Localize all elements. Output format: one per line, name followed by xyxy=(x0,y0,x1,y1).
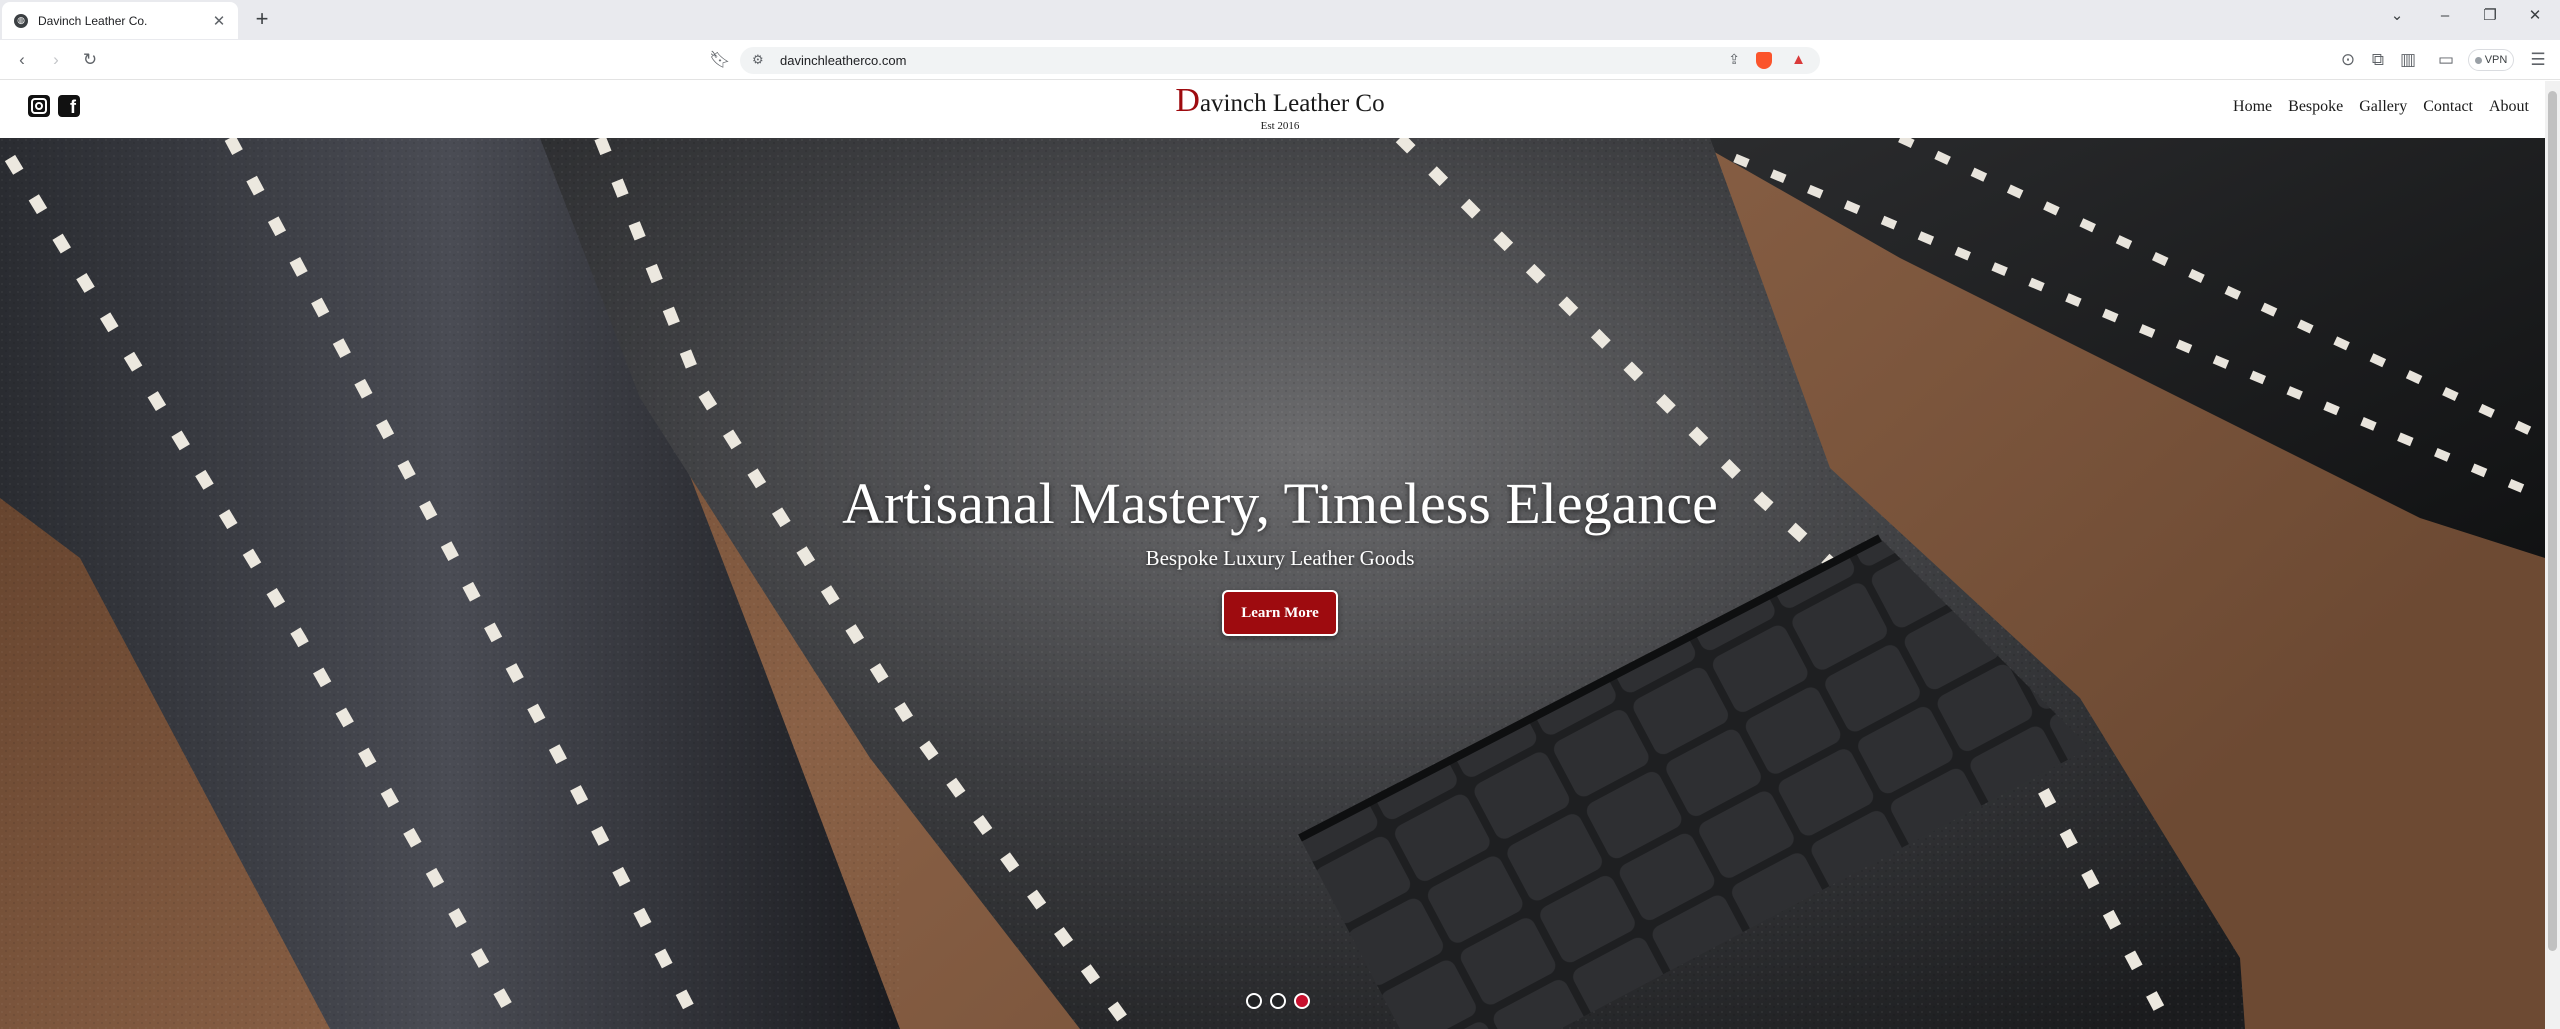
tab-search-icon[interactable]: ⌄ xyxy=(2385,4,2409,28)
reload-button[interactable]: ↻ xyxy=(78,48,102,72)
brand-established: Est 2016 xyxy=(1260,120,1300,132)
extensions-icon[interactable]: ⧉ xyxy=(2366,48,2390,72)
url-text[interactable]: davinchleatherco.com xyxy=(780,53,906,68)
bookmark-icon[interactable]: 🔖︎ xyxy=(708,48,732,72)
site-header: f Davinch Leather Co Est 2016 Home Bespo… xyxy=(0,81,2545,138)
main-nav: Home Bespoke Gallery Contact About xyxy=(2233,98,2545,116)
address-bar[interactable]: ⚙ davinchleatherco.com ⇪ ▲ xyxy=(740,47,1820,74)
brand-logo[interactable]: Davinch Leather Co Est 2016 xyxy=(1080,82,1480,133)
tab-title: Davinch Leather Co. xyxy=(38,13,148,28)
new-tab-button[interactable]: + xyxy=(250,6,274,32)
vpn-status-icon xyxy=(2474,56,2482,64)
carousel-dot-2[interactable] xyxy=(1270,993,1286,1009)
site-settings-icon[interactable]: ⚙ xyxy=(752,52,764,68)
carousel-dot-1[interactable] xyxy=(1246,993,1262,1009)
brand-name: avinch Leather Co xyxy=(1199,90,1385,117)
hero-subtitle: Bespoke Luxury Leather Goods xyxy=(1145,546,1415,570)
vpn-button[interactable]: VPN xyxy=(2468,49,2514,71)
globe-icon: ◍ xyxy=(14,13,28,28)
restore-button[interactable]: ❐ xyxy=(2478,4,2502,28)
scrollbar-thumb[interactable] xyxy=(2548,91,2557,951)
close-window-button[interactable]: ✕ xyxy=(2523,4,2547,28)
browser-toolbar: ‹ › ↻ 🔖︎ ⚙ davinchleatherco.com ⇪ ▲ ⊙ ⧉ … xyxy=(0,40,2560,80)
share-icon[interactable]: ⇪ xyxy=(1728,51,1740,68)
brave-shields-icon[interactable] xyxy=(1756,52,1772,69)
brand-initial: D xyxy=(1175,82,1200,119)
back-button[interactable]: ‹ xyxy=(10,48,34,72)
wallet-icon[interactable]: ▭ xyxy=(2434,48,2458,72)
facebook-icon[interactable]: f xyxy=(58,95,80,117)
nav-about[interactable]: About xyxy=(2489,98,2529,116)
browser-tab[interactable]: ◍ Davinch Leather Co. ✕ xyxy=(2,2,238,39)
carousel-dot-3[interactable] xyxy=(1294,993,1310,1009)
sidebar-icon[interactable]: ▥ xyxy=(2396,48,2420,72)
close-tab-icon[interactable]: ✕ xyxy=(210,12,228,30)
instagram-icon[interactable] xyxy=(28,95,50,117)
learn-more-button[interactable]: Learn More xyxy=(1222,590,1338,636)
browser-tab-bar: ◍ Davinch Leather Co. ✕ + ⌄ – ❐ ✕ xyxy=(0,0,2560,40)
carousel-indicators xyxy=(1246,993,1310,1009)
nav-bespoke[interactable]: Bespoke xyxy=(2288,98,2343,116)
hero-carousel: Artisanal Mastery, Timeless Elegance Bes… xyxy=(0,138,2545,1029)
vpn-label: VPN xyxy=(2484,54,2508,66)
hero-image xyxy=(0,138,2545,1029)
leo-ai-icon[interactable]: ⊙ xyxy=(2336,48,2360,72)
hero-title: Artisanal Mastery, Timeless Elegance xyxy=(842,471,1718,536)
nav-home[interactable]: Home xyxy=(2233,98,2272,116)
forward-button[interactable]: › xyxy=(44,48,68,72)
menu-icon[interactable]: ☰ xyxy=(2526,48,2550,72)
minimize-button[interactable]: – xyxy=(2433,4,2457,28)
page-scrollbar[interactable] xyxy=(2545,81,2560,1029)
nav-contact[interactable]: Contact xyxy=(2423,98,2473,116)
nav-gallery[interactable]: Gallery xyxy=(2359,98,2407,116)
brave-rewards-icon[interactable]: ▲ xyxy=(1791,51,1806,68)
